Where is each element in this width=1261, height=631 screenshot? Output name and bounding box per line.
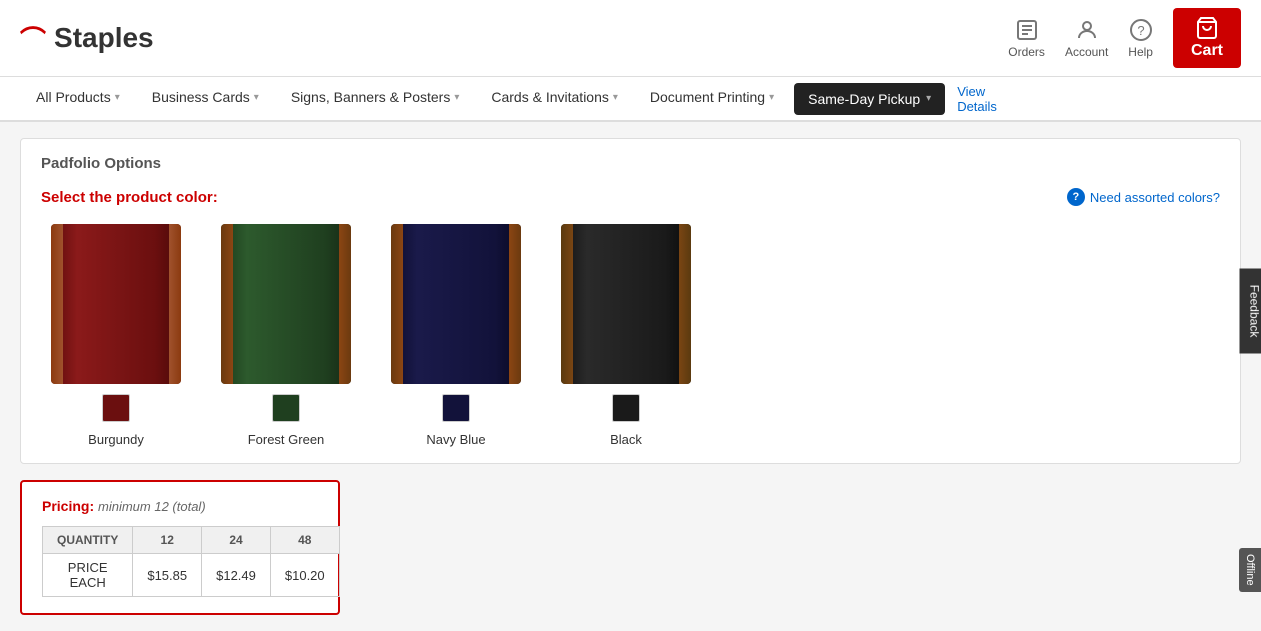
- logo-text: Staples: [54, 22, 154, 54]
- help-label: Help: [1128, 45, 1153, 59]
- account-button[interactable]: Account: [1065, 18, 1108, 59]
- pricing-subtext: minimum 12 (total): [98, 499, 206, 514]
- chevron-down-icon: ▾: [254, 92, 259, 103]
- orders-button[interactable]: Orders: [1008, 18, 1045, 59]
- offline-tab[interactable]: Offline: [1239, 548, 1261, 592]
- quantity-header: QUANTITY: [43, 527, 133, 554]
- chevron-down-icon: ▾: [613, 92, 618, 103]
- padfolio-image-navy-blue: [391, 224, 521, 384]
- table-row-header: QUANTITY 12 24 48: [43, 527, 340, 554]
- header-right: Orders Account ? Help Cart: [1008, 8, 1241, 68]
- padfolio-options-panel: Padfolio Options Select the product colo…: [20, 138, 1241, 464]
- price-24: $12.49: [202, 554, 271, 597]
- chevron-down-icon: ▾: [926, 93, 931, 104]
- pricing-header: Pricing: minimum 12 (total): [42, 498, 318, 514]
- padfolio-image-forest-green: [221, 224, 351, 384]
- qty-12-header: 12: [133, 527, 202, 554]
- nav-cards-invitations[interactable]: Cards & Invitations ▾: [475, 77, 634, 120]
- account-label: Account: [1065, 45, 1108, 59]
- color-swatch-burgundy: [102, 394, 130, 422]
- pricing-table: QUANTITY 12 24 48 PRICE EACH $15.85 $12.…: [42, 526, 340, 597]
- chevron-down-icon: ▾: [115, 92, 120, 103]
- nav-all-products[interactable]: All Products ▾: [20, 77, 136, 120]
- color-name-navy-blue: Navy Blue: [426, 432, 485, 447]
- color-select-header: Select the product color: ? Need assorte…: [41, 188, 1220, 206]
- cart-button[interactable]: Cart: [1173, 8, 1241, 68]
- same-day-pickup-button[interactable]: Same-Day Pickup ▾: [794, 83, 945, 115]
- chevron-down-icon: ▾: [769, 92, 774, 103]
- color-option-burgundy[interactable]: Burgundy: [51, 224, 181, 447]
- color-option-black[interactable]: Black: [561, 224, 691, 447]
- price-48: $10.20: [270, 554, 339, 597]
- feedback-tab[interactable]: Feedback: [1240, 269, 1261, 354]
- view-details-link[interactable]: ViewDetails: [957, 84, 997, 114]
- color-name-black: Black: [610, 432, 642, 447]
- orders-icon: [1015, 18, 1039, 42]
- qty-48-header: 48: [270, 527, 339, 554]
- price-12: $15.85: [133, 554, 202, 597]
- pricing-panel: Pricing: minimum 12 (total) QUANTITY 12 …: [20, 480, 340, 615]
- color-swatch-forest-green: [272, 394, 300, 422]
- assorted-colors-link[interactable]: ? Need assorted colors?: [1067, 188, 1220, 206]
- color-swatch-black: [612, 394, 640, 422]
- account-icon: [1075, 18, 1099, 42]
- color-options: Burgundy Forest Green Navy Blue Black: [41, 224, 1220, 447]
- color-swatch-navy-blue: [442, 394, 470, 422]
- help-icon: ?: [1129, 18, 1153, 42]
- cart-label: Cart: [1191, 42, 1223, 60]
- logo[interactable]: ⌒ Staples: [20, 20, 154, 57]
- color-name-burgundy: Burgundy: [88, 432, 144, 447]
- svg-text:?: ?: [1137, 23, 1144, 38]
- chevron-down-icon: ▾: [454, 92, 459, 103]
- padfolio-image-black: [561, 224, 691, 384]
- nav-business-cards[interactable]: Business Cards ▾: [136, 77, 275, 120]
- table-row-prices: PRICE EACH $15.85 $12.49 $10.20: [43, 554, 340, 597]
- color-option-navy-blue[interactable]: Navy Blue: [391, 224, 521, 447]
- orders-label: Orders: [1008, 45, 1045, 59]
- panel-title: Padfolio Options: [41, 155, 1220, 172]
- padfolio-image-burgundy: [51, 224, 181, 384]
- nav: All Products ▾ Business Cards ▾ Signs, B…: [0, 77, 1261, 122]
- help-circle-icon: ?: [1067, 188, 1085, 206]
- help-button[interactable]: ? Help: [1128, 18, 1153, 59]
- color-select-label: Select the product color:: [41, 189, 218, 206]
- qty-24-header: 24: [202, 527, 271, 554]
- cart-icon: [1195, 16, 1219, 40]
- color-name-forest-green: Forest Green: [248, 432, 325, 447]
- pricing-label: Pricing:: [42, 498, 94, 514]
- main-content: Padfolio Options Select the product colo…: [0, 122, 1261, 631]
- logo-icon: ⌒: [20, 20, 46, 57]
- color-option-forest-green[interactable]: Forest Green: [221, 224, 351, 447]
- header: ⌒ Staples Orders Account ? Help Cart: [0, 0, 1261, 77]
- nav-document-printing[interactable]: Document Printing ▾: [634, 77, 790, 120]
- nav-signs-banners[interactable]: Signs, Banners & Posters ▾: [275, 77, 476, 120]
- price-each-label: PRICE EACH: [43, 554, 133, 597]
